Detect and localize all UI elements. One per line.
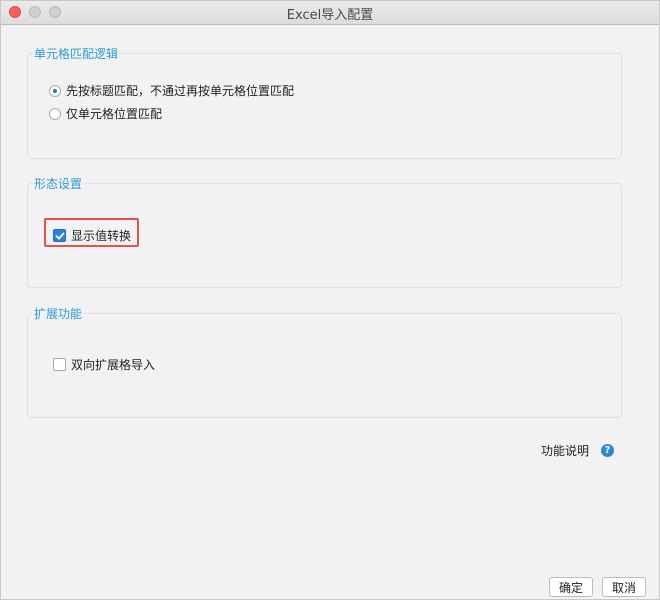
- ok-button[interactable]: 确定: [549, 577, 594, 597]
- radio-title-then-position-label: 先按标题匹配，不通过再按单元格位置匹配: [66, 84, 295, 98]
- radio-position-only-label: 仅单元格位置匹配: [66, 107, 163, 121]
- checkbox-checked-icon[interactable]: [53, 229, 66, 242]
- dialog-window: Excel导入配置 单元格匹配逻辑 先按标题匹配，不通过再按单元格位置匹配 仅单…: [0, 0, 660, 600]
- cell-match-group-title: 单元格匹配逻辑: [33, 45, 120, 62]
- form-settings-group-title: 形态设置: [33, 175, 84, 192]
- radio-position-only[interactable]: 仅单元格位置匹配: [49, 105, 162, 122]
- question-icon[interactable]: ?: [601, 444, 614, 457]
- help-label: 功能说明: [540, 444, 589, 458]
- cancel-button[interactable]: 取消: [602, 577, 647, 597]
- extensions-group-title: 扩展功能: [33, 305, 84, 322]
- window-title: Excel导入配置: [286, 8, 374, 23]
- radio-unselected-icon[interactable]: [49, 107, 61, 120]
- checkbox-unchecked-icon[interactable]: [53, 358, 66, 371]
- display-value-conversion-label: 显示值转换: [71, 229, 132, 243]
- help-link[interactable]: 功能说明 ?: [541, 442, 614, 459]
- bidirectional-expand-import-label: 双向扩展格导入: [71, 358, 156, 372]
- bidirectional-expand-import-checkbox[interactable]: 双向扩展格导入: [53, 356, 155, 373]
- radio-selected-icon[interactable]: [49, 84, 61, 97]
- title-bar: Excel导入配置: [1, 1, 659, 25]
- radio-title-then-position[interactable]: 先按标题匹配，不通过再按单元格位置匹配: [49, 82, 294, 99]
- display-value-conversion-checkbox[interactable]: 显示值转换: [53, 227, 131, 244]
